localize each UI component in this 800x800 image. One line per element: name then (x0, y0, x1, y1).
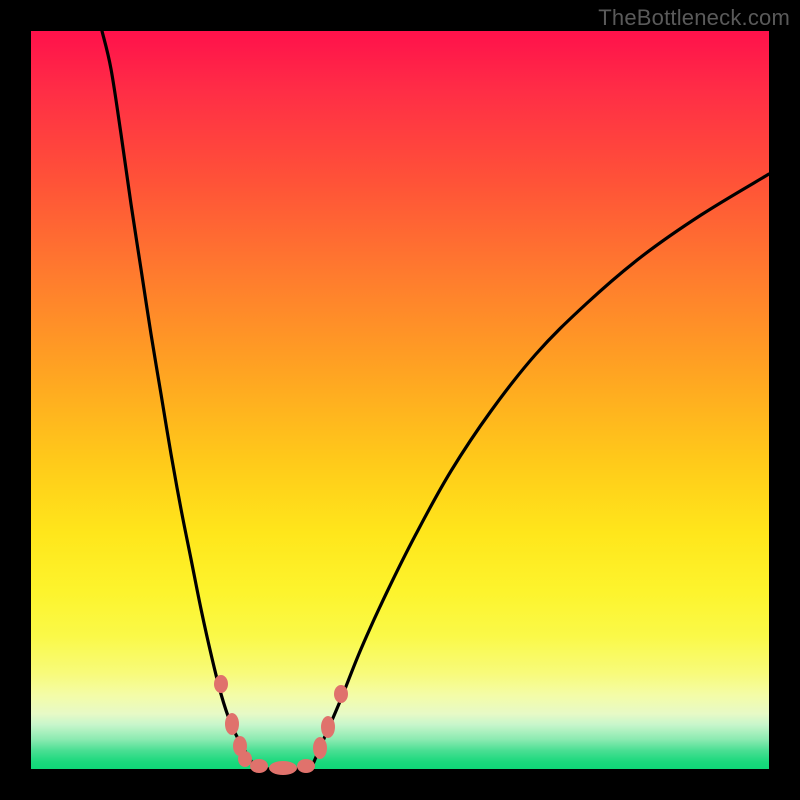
data-marker (250, 759, 268, 773)
bottleneck-curve (102, 31, 769, 769)
data-marker (238, 751, 252, 767)
data-marker (321, 716, 335, 738)
data-marker (225, 713, 239, 735)
chart-frame: TheBottleneck.com (0, 0, 800, 800)
data-marker (334, 685, 348, 703)
watermark-text: TheBottleneck.com (598, 5, 790, 31)
plot-area (31, 31, 769, 769)
marker-group (214, 675, 348, 775)
chart-svg (31, 31, 769, 769)
data-marker (214, 675, 228, 693)
data-marker (313, 737, 327, 759)
data-marker (269, 761, 297, 775)
data-marker (297, 759, 315, 773)
curve-group (102, 31, 769, 769)
